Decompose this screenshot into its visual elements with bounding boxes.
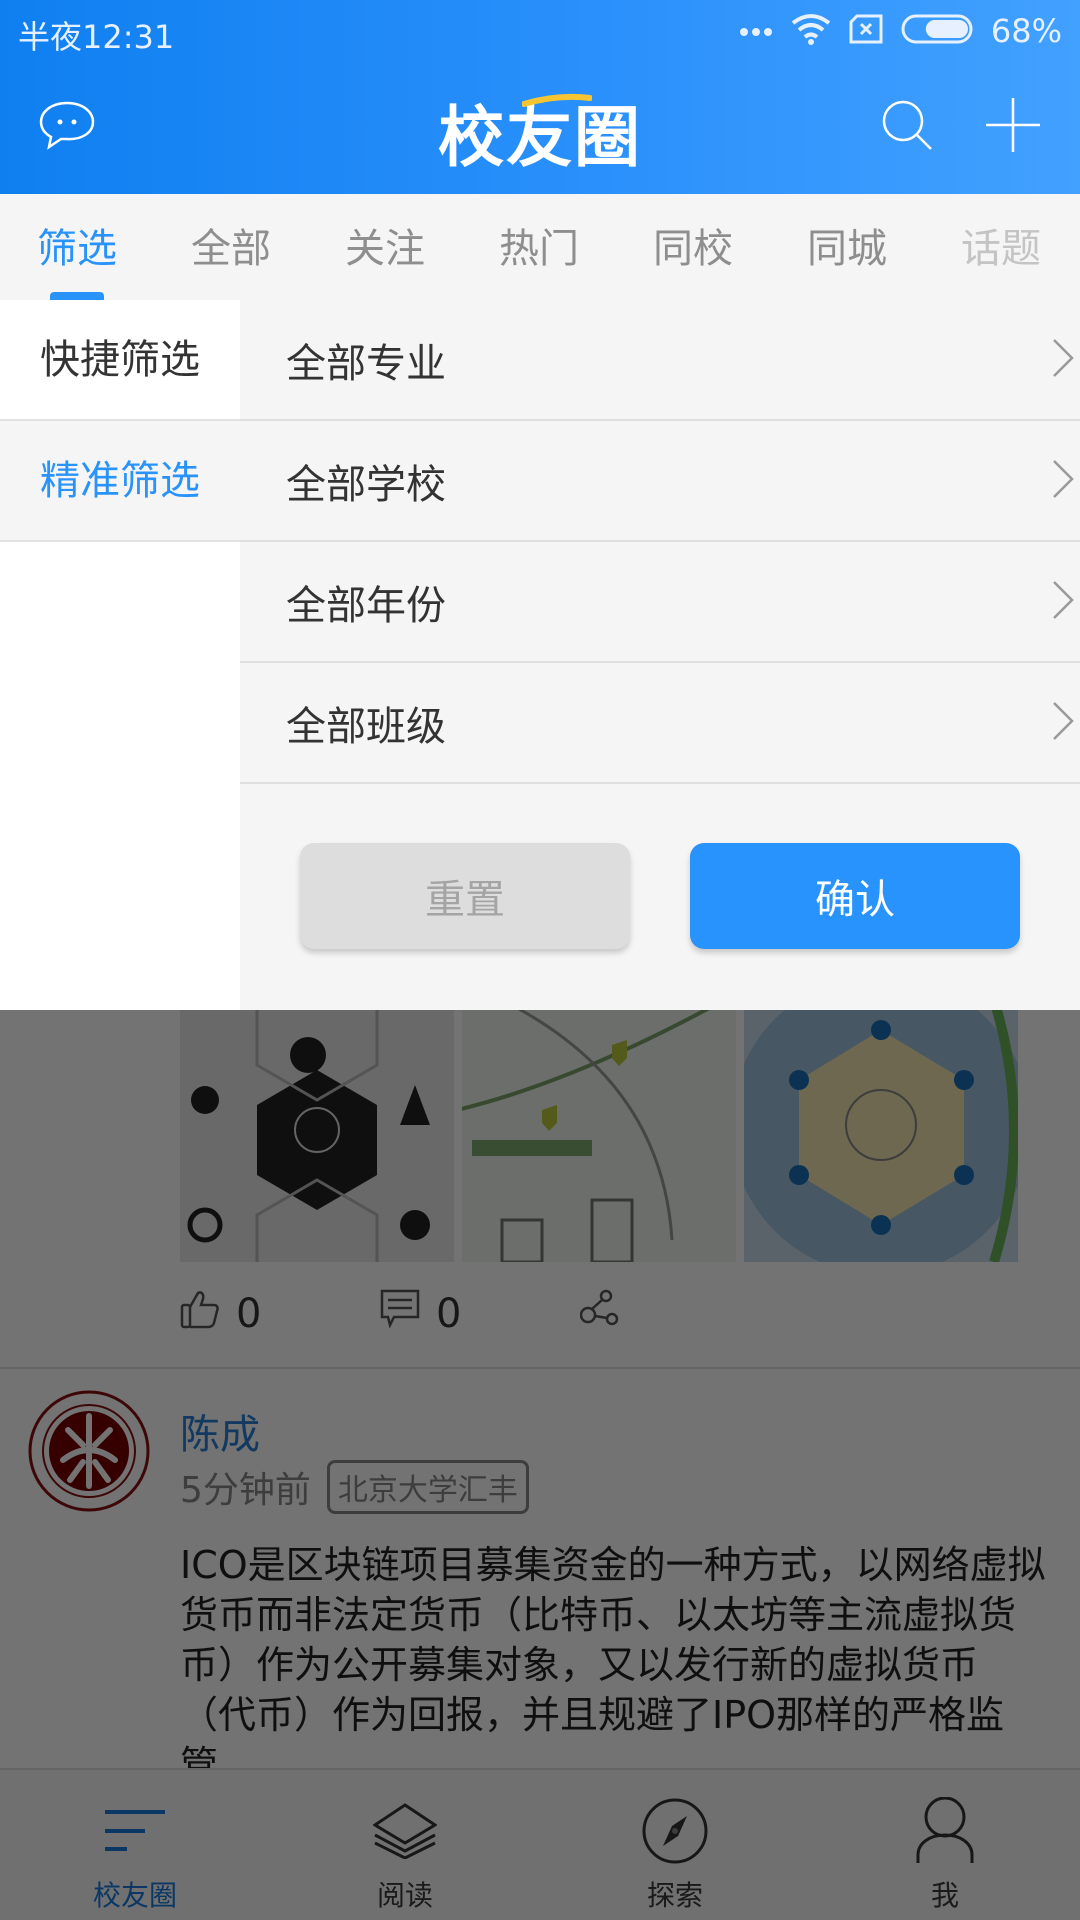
confirm-button[interactable]: 确认 xyxy=(690,843,1020,949)
chevron-right-icon xyxy=(1052,459,1074,503)
filter-options: 全部专业 全部学校 全部年份 全部班级 xyxy=(240,300,1080,784)
tab-filter[interactable]: 筛选 xyxy=(0,194,154,300)
filter-actions: 重置 确认 xyxy=(300,843,1020,949)
tab-same-school[interactable]: 同校 xyxy=(616,194,770,300)
battery-percent: 68% xyxy=(990,12,1062,50)
tab-topics[interactable]: 话题 xyxy=(924,194,1078,300)
battery-icon xyxy=(901,14,973,48)
filter-option-label: 全部学校 xyxy=(286,461,446,508)
wifi-icon xyxy=(791,13,831,49)
search-icon xyxy=(879,97,935,157)
tab-label: 话题 xyxy=(961,226,1041,272)
filter-option-major[interactable]: 全部专业 xyxy=(240,300,1080,421)
tab-label: 同城 xyxy=(807,226,887,272)
chevron-right-icon xyxy=(1052,701,1074,745)
tab-active-indicator xyxy=(50,292,104,300)
tab-label: 同校 xyxy=(653,226,733,272)
nav-bar: 校友圈 xyxy=(0,62,1080,194)
tab-following[interactable]: 关注 xyxy=(308,194,462,300)
reset-button[interactable]: 重置 xyxy=(300,843,630,949)
more-dots-icon xyxy=(739,22,773,41)
tab-same-city[interactable]: 同城 xyxy=(770,194,924,300)
chevron-right-icon xyxy=(1052,580,1074,624)
tab-label: 筛选 xyxy=(37,226,117,272)
logo-swoosh xyxy=(522,93,592,107)
status-time: 半夜12:31 xyxy=(18,18,175,56)
filter-mode-precise[interactable]: 精准筛选 xyxy=(0,421,240,542)
add-button[interactable] xyxy=(978,92,1048,162)
chevron-right-icon xyxy=(1052,338,1074,382)
filter-mode-quick[interactable]: 快捷筛选 xyxy=(0,300,240,421)
app-header: 半夜12:31 68% 校友圈 xyxy=(0,0,1080,194)
filter-mode-list: 快捷筛选 精准筛选 xyxy=(0,300,240,1010)
filter-option-class[interactable]: 全部班级 xyxy=(240,663,1080,784)
tab-label: 关注 xyxy=(345,226,425,272)
filter-option-label: 全部年份 xyxy=(286,582,446,629)
tab-hot[interactable]: 热门 xyxy=(462,194,616,300)
filter-option-label: 全部班级 xyxy=(286,703,446,750)
status-bar: 半夜12:31 68% xyxy=(0,0,1080,62)
tab-all[interactable]: 全部 xyxy=(154,194,308,300)
filter-option-label: 全部专业 xyxy=(286,340,446,387)
filter-option-year[interactable]: 全部年份 xyxy=(240,542,1080,663)
app-title-text: 校友圈 xyxy=(438,99,642,176)
sim-error-icon xyxy=(849,14,883,48)
tab-label: 全部 xyxy=(191,226,271,272)
plus-icon xyxy=(984,96,1042,158)
tab-label: 热门 xyxy=(499,226,579,272)
status-icons: 68% xyxy=(739,10,1062,52)
filter-option-school[interactable]: 全部学校 xyxy=(240,421,1080,542)
search-button[interactable] xyxy=(872,92,942,162)
feed-tabs: 筛选 全部 关注 热门 同校 同城 话题 xyxy=(0,194,1080,300)
filter-panel: 快捷筛选 精准筛选 全部专业 全部学校 全部年份 全部班级 重置 确认 xyxy=(0,300,1080,1010)
